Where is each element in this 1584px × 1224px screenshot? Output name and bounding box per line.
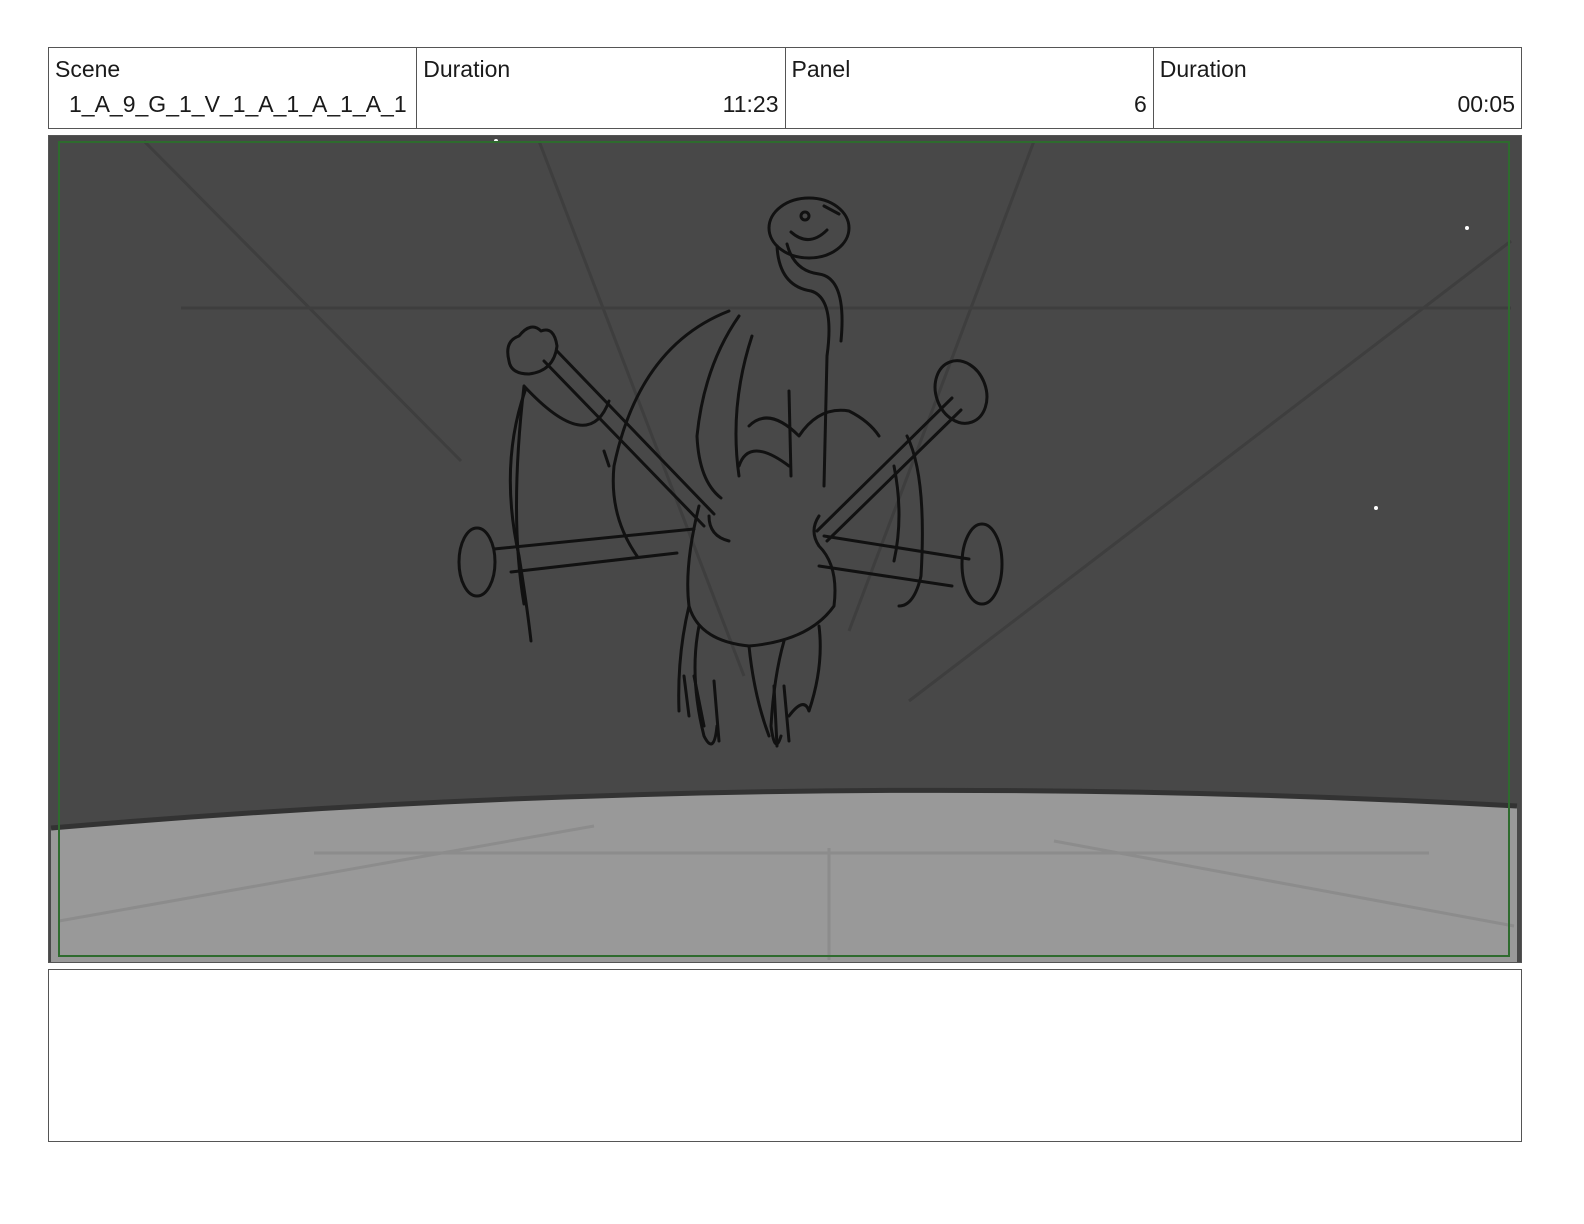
scene-label: Scene [55, 56, 121, 82]
panel-label: Panel [791, 56, 851, 82]
panel-cell: Panel 6 [786, 48, 1154, 128]
scene-duration-value: 11:23 [722, 91, 779, 117]
panel-number-value: 6 [1133, 91, 1147, 117]
scene-duration-cell: Duration 11:23 [417, 48, 786, 128]
scene-cell: Scene 1_A_9_G_1_V_1_A_1_A_1_A_1 [49, 48, 418, 128]
panel-duration-label: Duration [1159, 56, 1247, 82]
panel-duration-cell: Duration 00:05 [1154, 48, 1521, 128]
scene-value: 1_A_9_G_1_V_1_A_1_A_1_A_1 [69, 91, 407, 117]
storyboard-frame [48, 135, 1522, 963]
panel-duration-value: 00:05 [1457, 91, 1515, 117]
scene-duration-label: Duration [423, 56, 511, 82]
panel-header: Scene 1_A_9_G_1_V_1_A_1_A_1_A_1 Duration… [48, 47, 1522, 129]
storyboard-sketch [49, 136, 1521, 962]
ground-plane [51, 790, 1517, 962]
panel-notes-area[interactable] [48, 969, 1522, 1142]
